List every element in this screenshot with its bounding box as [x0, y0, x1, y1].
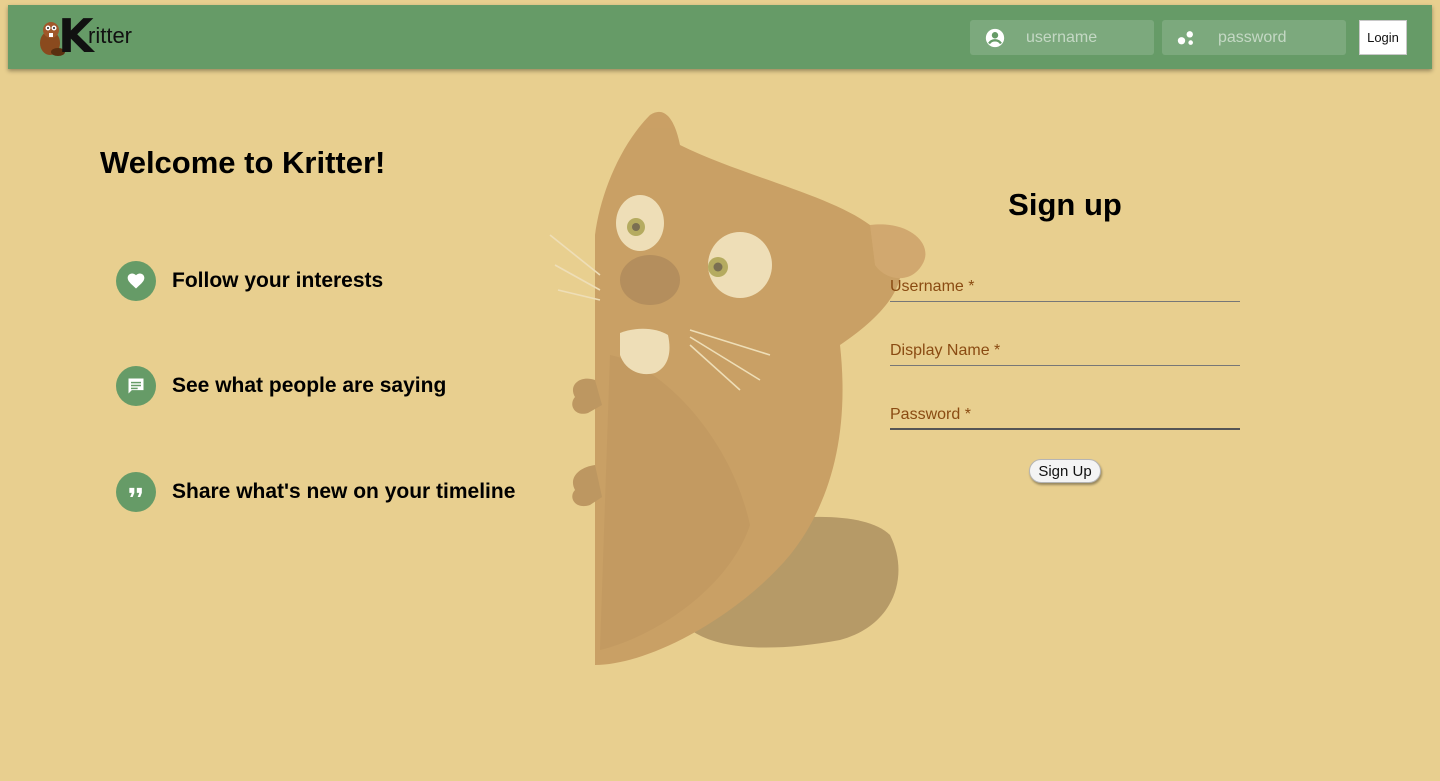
feature-icon-circle: [116, 261, 156, 301]
beaver-illustration: [549, 111, 926, 666]
display-name-field[interactable]: Display Name *: [890, 336, 1240, 366]
logo-text: ritter: [88, 23, 132, 48]
key-dots-icon: [1177, 31, 1193, 45]
welcome-title: Welcome to Kritter!: [100, 145, 386, 180]
password-label: Password *: [890, 406, 971, 423]
password-input[interactable]: [1218, 20, 1338, 55]
signup-button[interactable]: Sign Up: [1029, 459, 1101, 483]
quote-icon: [129, 487, 142, 497]
username-input[interactable]: [1026, 20, 1146, 55]
password-field[interactable]: Password *: [890, 400, 1240, 430]
field-underline: [890, 428, 1240, 430]
chat-icon: [128, 378, 144, 394]
username-login-field[interactable]: [970, 20, 1154, 55]
heart-icon: [127, 273, 145, 289]
top-navbar: K ritter Login: [8, 5, 1432, 69]
display-name-label: Display Name *: [890, 342, 1001, 359]
feature-icon-circle: [116, 366, 156, 406]
feature-label: Follow your interests: [172, 269, 384, 292]
feature-label: Share what's new on your timeline: [172, 480, 516, 503]
account-circle-icon: [985, 28, 1005, 48]
kritter-logo[interactable]: K ritter: [36, 11, 146, 61]
signup-title: Sign up: [1008, 187, 1122, 222]
feature-icon-circle: [116, 472, 156, 512]
field-underline: [890, 301, 1240, 302]
username-label: Username *: [890, 278, 975, 295]
feature-label: See what people are saying: [172, 374, 447, 397]
field-underline: [890, 365, 1240, 366]
username-field[interactable]: Username *: [890, 272, 1240, 302]
password-login-field[interactable]: [1162, 20, 1346, 55]
login-button[interactable]: Login: [1359, 20, 1407, 55]
